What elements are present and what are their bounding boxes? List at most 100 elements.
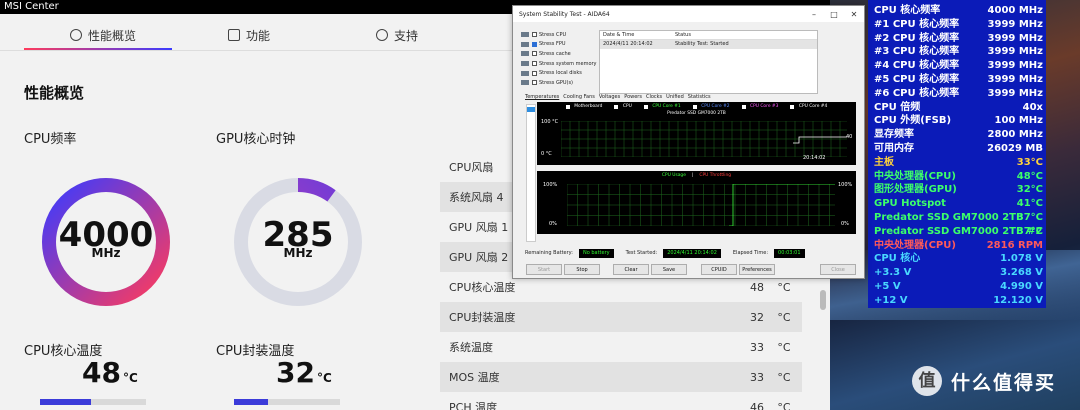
stress-label: Stress cache: [539, 50, 571, 57]
stress-label: Stress system memory: [539, 60, 597, 67]
tab-powers[interactable]: Powers: [624, 94, 642, 100]
stress-checkbox[interactable]: [532, 32, 537, 38]
log-col-status: Status: [675, 32, 691, 38]
osd-row: CPU 外频(FSB) 100 MHz: [874, 114, 1043, 128]
device-icon: [521, 70, 529, 76]
cpu-frequency-unit: MHz: [91, 246, 121, 260]
legend-cpu-throttling: CPU Throttling: [699, 173, 732, 178]
graph-scroll-sidebar[interactable]: [526, 104, 536, 242]
stress-checkbox[interactable]: [532, 80, 537, 86]
legend-checkbox[interactable]: [692, 104, 697, 109]
tab-cooling-fans[interactable]: Cooling Fans: [563, 94, 595, 100]
cpu-package-temp-value: 32: [276, 356, 315, 389]
osd-key: 图形处理器(GPU): [874, 184, 957, 196]
osd-value: 33°C: [1016, 156, 1043, 168]
legend-item[interactable]: CPU Core #2: [690, 104, 733, 109]
device-icon: [521, 32, 529, 38]
stress-checkbox[interactable]: [532, 41, 537, 47]
stress-checkbox[interactable]: [532, 70, 537, 76]
legend-label: CPU Core #2: [701, 104, 730, 109]
usage-y-top-right: 100%: [838, 182, 853, 188]
sensor-name: CPU封装温度: [449, 311, 516, 324]
preferences-button[interactable]: Preferences: [739, 264, 775, 275]
stress-option[interactable]: Stress CPU: [521, 30, 601, 40]
osd-row: GPU Hotspot 41°C: [874, 197, 1043, 211]
tab-statistics[interactable]: Statistics: [688, 94, 711, 100]
minimize-icon[interactable]: –: [804, 10, 824, 19]
tab-features[interactable]: 功能: [228, 26, 270, 44]
legend-label: CPU Core #3: [750, 104, 779, 109]
sensor-osd-panel: CPU 核心频率 4000 MHz #1 CPU 核心频率 3999 MHz #2 CP…: [868, 0, 1046, 308]
osd-row: #5 CPU 核心频率 3999 MHz: [874, 73, 1043, 87]
aida-titlebar: System Stability Test - AIDA64 – □ ✕: [513, 6, 864, 22]
start-button[interactable]: Start: [526, 264, 562, 275]
table-row[interactable]: 2024/4/11 20:14:02 Stability Test: Start…: [600, 40, 817, 49]
cpuid-button[interactable]: CPUID: [701, 264, 737, 275]
test-log: Date & Time Status 2024/4/11 20:14:02 St…: [599, 30, 818, 94]
list-item: MOS 温度 33 °C: [440, 362, 802, 392]
sensor-unit: °C: [777, 340, 791, 354]
legend-checkbox[interactable]: [790, 104, 795, 109]
tab-performance-overview[interactable]: 性能概览: [70, 26, 136, 44]
legend-checkbox[interactable]: [643, 104, 648, 109]
osd-value: 37°C: [1016, 225, 1043, 237]
tab-clocks[interactable]: Clocks: [646, 94, 662, 100]
tab-label: 支持: [394, 28, 419, 43]
legend-label: Motherboard: [574, 104, 603, 109]
tab-voltages[interactable]: Voltages: [599, 94, 620, 100]
cpu-core-temp-reading: 48 °C: [82, 356, 138, 389]
cpu-package-temp-reading: 32 °C: [276, 356, 332, 389]
close-button[interactable]: Close: [820, 264, 856, 275]
scrollbar-thumb[interactable]: [820, 290, 826, 310]
legend-item[interactable]: Motherboard: [563, 104, 606, 109]
legend-item[interactable]: CPU Core #4: [787, 104, 830, 109]
osd-value: 2800 MHz: [987, 129, 1043, 141]
legend-checkbox[interactable]: [614, 104, 619, 109]
osd-key: 中央处理器(CPU): [874, 239, 956, 251]
osd-value: 3999 MHz: [987, 46, 1043, 58]
usage-plot: [567, 184, 835, 226]
legend-ssd-label: Predator SSD GM7000 2TB: [667, 111, 726, 116]
stress-option[interactable]: Stress GPU(s): [521, 78, 601, 88]
legend-item[interactable]: CPU Core #1: [641, 104, 684, 109]
save-button[interactable]: Save: [651, 264, 687, 275]
stress-option[interactable]: Stress cache: [521, 49, 601, 59]
stress-checkbox[interactable]: [532, 61, 537, 67]
aida64-stability-window: System Stability Test - AIDA64 – □ ✕ Str…: [512, 5, 865, 279]
cpu-core-temp-bar-fill: [40, 399, 91, 405]
osd-value: 3999 MHz: [987, 18, 1043, 30]
tab-temperatures[interactable]: Temperatures: [525, 94, 559, 100]
list-item: CPU封装温度 32 °C: [440, 302, 802, 332]
legend-item[interactable]: CPU: [611, 104, 634, 109]
cpu-package-temp-bar-fill: [234, 399, 268, 405]
stress-checkbox[interactable]: [532, 51, 537, 57]
osd-value: 41°C: [1016, 198, 1043, 210]
legend-checkbox[interactable]: [565, 104, 570, 109]
legend-checkbox[interactable]: [741, 104, 746, 109]
test-started-value: 2024/4/11 20:14:02: [663, 248, 721, 258]
stress-option[interactable]: Stress local disks: [521, 68, 601, 78]
stop-button[interactable]: Stop: [564, 264, 600, 275]
close-icon[interactable]: ✕: [844, 10, 864, 19]
tab-support[interactable]: 支持: [376, 26, 418, 44]
usage-y-bottom-left: 0%: [549, 221, 557, 227]
sensor-unit: °C: [777, 400, 791, 410]
osd-value: 4000 MHz: [987, 5, 1043, 16]
stress-option[interactable]: Stress system memory: [521, 59, 601, 69]
battery-value: No battery: [578, 248, 614, 258]
sensor-name: 系统温度: [449, 341, 493, 354]
maximize-icon[interactable]: □: [824, 10, 844, 19]
osd-value: 37°C: [1016, 212, 1043, 223]
stress-option[interactable]: Stress FPU: [521, 40, 601, 50]
osd-key: CPU 核心频率: [874, 5, 941, 16]
legend-item[interactable]: CPU Core #3: [739, 104, 782, 109]
osd-row: 中央处理器(CPU) 2816 RPM: [874, 239, 1043, 253]
sidebar-selection: [527, 107, 535, 112]
osd-value: 2816 RPM: [986, 239, 1043, 251]
clear-button[interactable]: Clear: [613, 264, 649, 275]
tab-label: 性能概览: [88, 28, 137, 43]
osd-row: +12 V 12.120 V: [874, 294, 1043, 308]
tab-unified[interactable]: Unified: [666, 94, 684, 100]
watermark-logo-icon: 值: [912, 366, 942, 396]
sensor-value: 33: [750, 340, 764, 354]
